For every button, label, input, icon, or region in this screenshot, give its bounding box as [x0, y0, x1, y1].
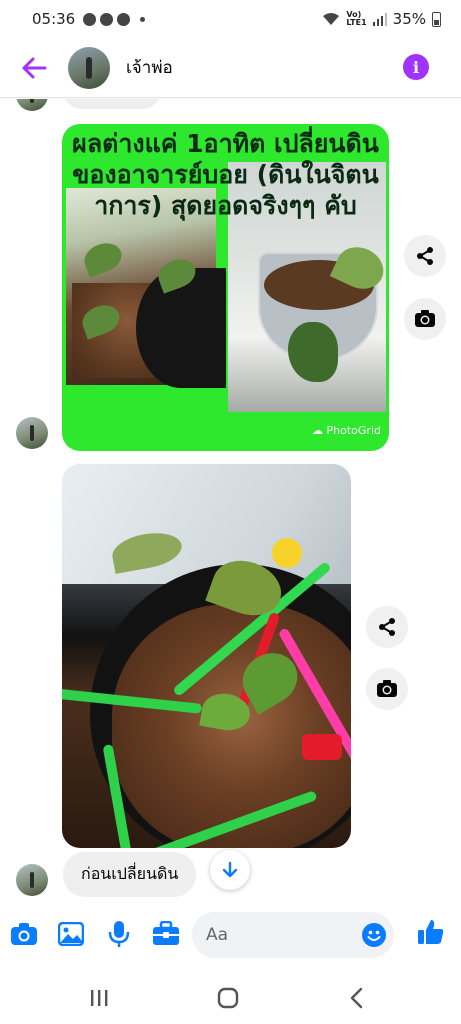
camera-icon	[415, 310, 435, 327]
recent-apps-icon	[91, 990, 108, 1006]
photogrid-watermark: ☁ PhotoGrid	[312, 424, 381, 437]
battery-icon	[432, 11, 441, 27]
voice-message-button[interactable]	[104, 919, 134, 949]
network-label: Vo) LTE1	[346, 10, 367, 27]
contact-avatar[interactable]	[68, 46, 110, 89]
photo-caption-overlay: ผลต่างแค่ 1อาทิต เปลี่ยนดินของอาจารย์บอย…	[72, 129, 379, 220]
contact-name[interactable]: เจ้าพ่อ	[126, 54, 173, 81]
battery-percent: 35%	[392, 10, 426, 28]
message-composer: Aa	[0, 901, 461, 971]
thumbs-up-icon	[418, 920, 444, 944]
signal-icon	[372, 12, 387, 26]
share-icon	[417, 247, 433, 265]
save-photo-button[interactable]	[404, 298, 446, 340]
previous-message-bubble[interactable]	[64, 99, 160, 109]
sender-avatar[interactable]	[16, 99, 48, 111]
photo-message-collage[interactable]: ผลต่างแค่ 1อาทิต เปลี่ยนดินของอาจารย์บอย…	[62, 124, 389, 451]
emoji-icon	[367, 930, 381, 941]
system-navigation-bar	[0, 971, 461, 1024]
chat-header: เจ้าพ่อ i	[0, 38, 461, 98]
more-notifications-icon	[140, 16, 146, 22]
info-icon: i	[412, 57, 420, 77]
info-button[interactable]: i	[403, 54, 429, 80]
messenger-notification-icon	[117, 12, 131, 26]
message-list[interactable]: ผลต่างแค่ 1อาทิต เปลี่ยนดินของอาจารย์บอย…	[0, 99, 461, 899]
status-bar: 05:36 Vo) LTE1 35%	[0, 0, 461, 38]
recent-apps-button[interactable]	[84, 983, 114, 1013]
message-input-placeholder: Aa	[206, 925, 229, 945]
home-button[interactable]	[213, 983, 243, 1013]
sender-avatar[interactable]	[16, 864, 48, 896]
camera-icon	[11, 923, 37, 945]
back-arrow-icon	[22, 57, 47, 78]
microphone-icon	[108, 921, 130, 947]
camera-icon	[377, 680, 397, 697]
messenger-notification-icon	[100, 12, 114, 26]
share-button[interactable]	[366, 606, 408, 648]
image-icon	[58, 922, 84, 946]
more-tools-button[interactable]	[151, 919, 181, 949]
system-back-button[interactable]	[342, 983, 372, 1013]
sender-avatar[interactable]	[16, 417, 48, 449]
messenger-notification-icon	[83, 12, 97, 26]
toolbox-icon	[153, 921, 179, 945]
arrow-down-icon	[222, 861, 238, 878]
scroll-to-bottom-button[interactable]	[210, 850, 250, 890]
camera-button[interactable]	[9, 919, 39, 949]
share-icon	[379, 618, 395, 636]
wifi-icon	[323, 13, 340, 25]
like-button[interactable]	[416, 917, 446, 947]
save-photo-button[interactable]	[366, 668, 408, 710]
text-message-bubble[interactable]: ก่อนเปลี่ยนดิน	[63, 852, 197, 897]
emoji-button[interactable]	[362, 923, 386, 947]
photo-message-plant[interactable]	[62, 464, 351, 848]
home-icon	[217, 987, 239, 1009]
status-time: 05:36	[32, 10, 76, 28]
nav-back-icon	[350, 987, 363, 1009]
back-button[interactable]	[0, 38, 68, 98]
gallery-button[interactable]	[56, 919, 86, 949]
share-button[interactable]	[404, 235, 446, 277]
